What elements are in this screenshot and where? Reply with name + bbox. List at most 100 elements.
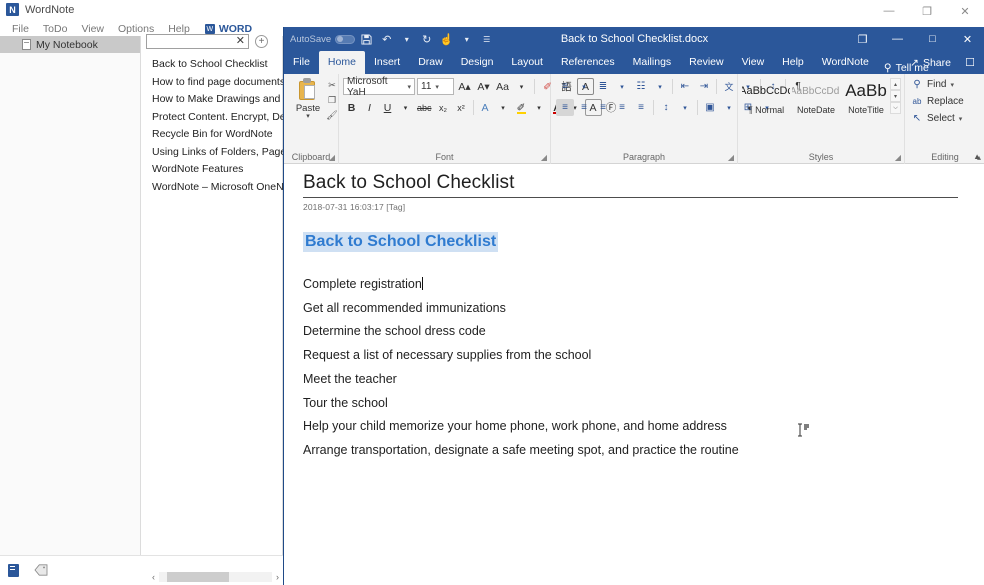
style-normal[interactable]: AaBbCcDc ¶ Normal [741, 78, 791, 115]
styles-scroll-down-icon[interactable]: ▾ [890, 90, 901, 102]
ribbon-collapse-arrow-icon[interactable]: ▲ [973, 152, 981, 161]
tab-file[interactable]: File [284, 51, 319, 74]
menu-item-file[interactable]: File [5, 22, 36, 36]
italic-button[interactable]: I [361, 99, 378, 116]
east-asian-layout-button[interactable]: 文 [720, 78, 738, 95]
list-item[interactable]: Back to School Checklist [141, 56, 283, 74]
text-highlight-color-button[interactable]: ✐ [513, 99, 530, 116]
search-box[interactable]: ✕ [146, 34, 249, 49]
numbering-button[interactable]: ≣ [594, 78, 612, 95]
tab-insert[interactable]: Insert [365, 51, 409, 74]
tab-view[interactable]: View [733, 51, 774, 74]
list-item[interactable]: WordNote Features [141, 161, 283, 179]
tab-draw[interactable]: Draw [409, 51, 452, 74]
cut-icon[interactable]: ✂ [325, 78, 339, 93]
tab-wordnote[interactable]: WordNote [813, 51, 878, 74]
document-line[interactable]: Tour the school [303, 392, 958, 416]
shading-dropdown-icon[interactable]: ▾ [720, 99, 738, 116]
document-line[interactable]: Get all recommended immunizations [303, 297, 958, 321]
select-button[interactable]: ↖ Select ▾ [911, 113, 962, 124]
font-size-box[interactable]: 11 ▾ [417, 78, 454, 95]
paste-dropdown-icon[interactable]: ▾ [291, 114, 325, 119]
search-input[interactable] [147, 35, 232, 48]
scroll-right-icon[interactable]: › [272, 572, 283, 582]
distributed-button[interactable]: ≡ [632, 99, 650, 116]
document-body[interactable]: Complete registration Get all recommende… [303, 273, 958, 463]
clipboard-dialog-launcher-icon[interactable]: ◢ [329, 153, 335, 162]
tab-references[interactable]: References [552, 51, 624, 74]
save-icon[interactable] [358, 31, 375, 48]
bullets-dropdown-icon[interactable]: ▾ [575, 78, 593, 95]
tab-design[interactable]: Design [452, 51, 503, 74]
paragraph-dialog-launcher-icon[interactable]: ◢ [728, 153, 734, 162]
shrink-font-button[interactable]: A▾ [475, 78, 492, 95]
line-spacing-dropdown-icon[interactable]: ▾ [676, 99, 694, 116]
shading-button[interactable]: ▣ [701, 99, 719, 116]
multilevel-list-button[interactable]: ☷ [632, 78, 650, 95]
increase-indent-button[interactable]: ⇥ [695, 78, 713, 95]
tab-help[interactable]: Help [773, 51, 813, 74]
list-item[interactable]: Using Links of Folders, Pages, and Parag… [141, 144, 283, 162]
paste-button[interactable]: Paste ▾ [291, 78, 325, 119]
align-left-button[interactable]: ≡ [556, 99, 574, 116]
undo-icon[interactable]: ↶ [378, 31, 395, 48]
wordnote-maximize-button[interactable]: ❐ [908, 0, 946, 22]
align-center-button[interactable]: ≡ [575, 99, 593, 116]
change-case-button[interactable]: Aa [494, 78, 511, 95]
word-restore-button[interactable]: □ [915, 27, 950, 51]
align-right-button[interactable]: ≡ [594, 99, 612, 116]
menu-item-view[interactable]: View [74, 22, 111, 36]
touch-mode-icon[interactable]: ☝ [438, 31, 455, 48]
font-name-box[interactable]: Microsoft YaH ▾ [343, 78, 415, 95]
touch-dropdown-icon[interactable]: ▾ [458, 31, 475, 48]
bold-button[interactable]: B [343, 99, 360, 116]
replace-button[interactable]: ab Replace [911, 96, 964, 107]
highlight-dropdown-icon[interactable]: ▾ [531, 99, 548, 116]
add-page-button[interactable]: + [255, 35, 268, 48]
document-canvas[interactable]: Back to School Checklist 2018-07-31 16:0… [284, 164, 984, 585]
document-line[interactable]: Determine the school dress code [303, 320, 958, 344]
underline-dropdown-icon[interactable]: ▾ [397, 99, 414, 116]
copy-icon[interactable]: ❐ [325, 93, 339, 108]
list-item[interactable]: How to find page documents in WordNote [141, 74, 283, 92]
text-effects-button[interactable]: A [477, 99, 494, 116]
format-painter-icon[interactable]: 🖌 [325, 108, 339, 123]
grow-font-button[interactable]: A▴ [456, 78, 473, 95]
autosave-toggle[interactable]: AutoSave [290, 34, 355, 45]
scrollbar-track[interactable] [159, 572, 272, 582]
scrollbar-thumb[interactable] [167, 572, 229, 582]
list-item[interactable]: How to Make Drawings and Handwriting [141, 91, 283, 109]
notebooks-view-icon[interactable] [8, 564, 19, 577]
numbering-dropdown-icon[interactable]: ▾ [613, 78, 631, 95]
styles-more-icon[interactable]: ⌵ [890, 102, 901, 114]
list-item[interactable]: Protect Content. Encrypt, Decrypt, View [141, 109, 283, 127]
tab-review[interactable]: Review [680, 51, 732, 74]
notebook-item-my-notebook[interactable]: My Notebook [0, 36, 140, 53]
bullets-button[interactable]: ≡ [556, 78, 574, 95]
document-vertical-scrollbar[interactable] [971, 164, 984, 585]
change-case-dropdown-icon[interactable]: ▾ [513, 78, 530, 95]
share-button[interactable]: ↗ Share [904, 57, 957, 69]
strikethrough-button[interactable]: abc [415, 99, 434, 116]
find-button[interactable]: ⚲ Find ▾ [911, 79, 954, 90]
menu-item-todo[interactable]: ToDo [36, 22, 75, 36]
pages-horizontal-scrollbar[interactable]: ‹ › [148, 570, 283, 583]
underline-button[interactable]: U [379, 99, 396, 116]
word-minimize-button[interactable]: — [880, 27, 915, 51]
multilevel-dropdown-icon[interactable]: ▾ [651, 78, 669, 95]
document-line[interactable]: Arrange transportation, designate a safe… [303, 439, 958, 463]
document-line[interactable]: Request a list of necessary supplies fro… [303, 344, 958, 368]
wordnote-close-button[interactable]: ✕ [946, 0, 984, 22]
tab-layout[interactable]: Layout [502, 51, 552, 74]
font-size-dropdown-icon[interactable]: ▾ [435, 83, 439, 91]
superscript-button[interactable]: x² [453, 99, 470, 116]
justify-button[interactable]: ≡ [613, 99, 631, 116]
tab-mailings[interactable]: Mailings [624, 51, 681, 74]
document-line[interactable]: Meet the teacher [303, 368, 958, 392]
font-name-dropdown-icon[interactable]: ▾ [407, 83, 411, 91]
ribbon-display-options-button[interactable]: ❐ [845, 27, 880, 51]
document-line[interactable]: Help your child memorize your home phone… [303, 415, 958, 439]
document-line[interactable]: Complete registration [303, 273, 958, 297]
list-item[interactable]: Recycle Bin for WordNote [141, 126, 283, 144]
styles-dialog-launcher-icon[interactable]: ◢ [895, 153, 901, 162]
